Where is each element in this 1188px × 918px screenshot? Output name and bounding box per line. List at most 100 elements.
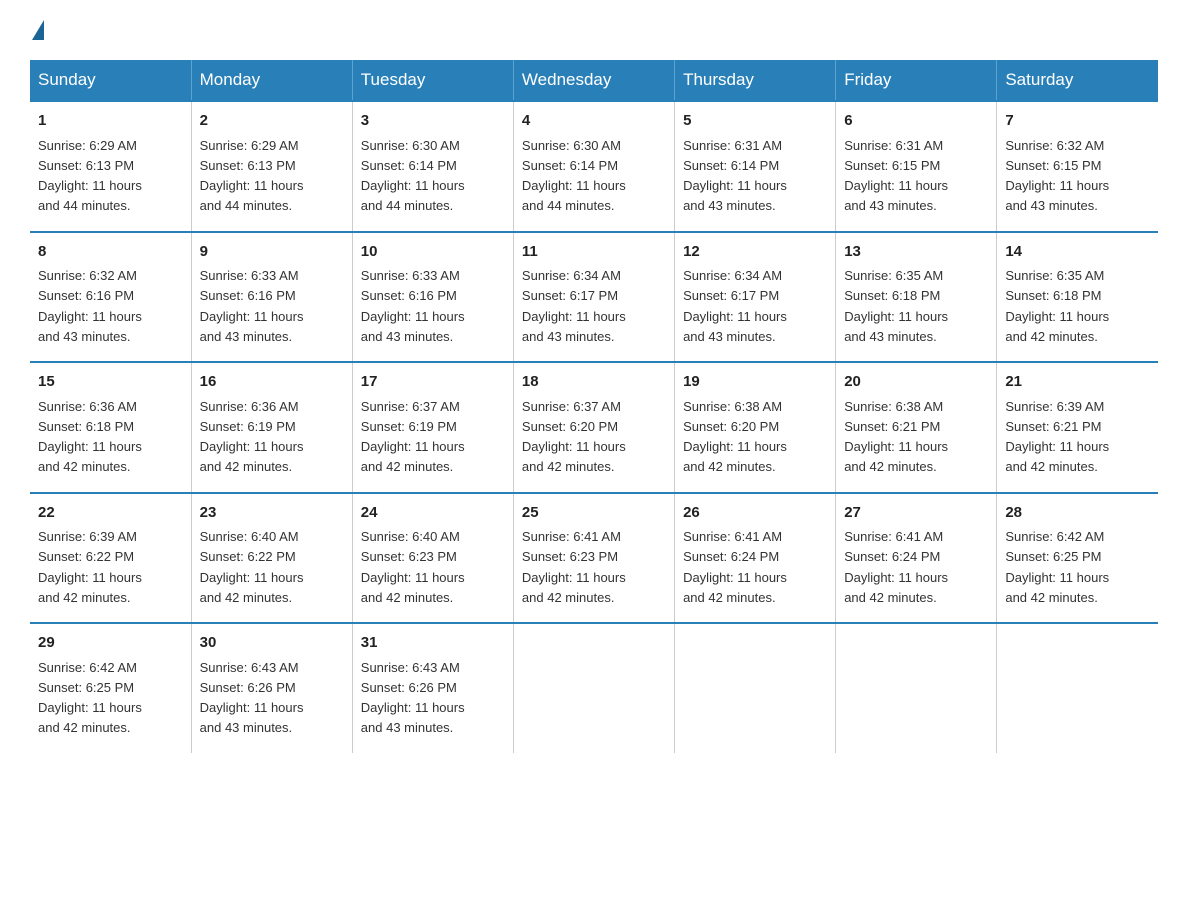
day-number: 12 xyxy=(683,241,827,264)
calendar-cell: 14 Sunrise: 6:35 AMSunset: 6:18 PMDaylig… xyxy=(997,232,1158,363)
day-info: Sunrise: 6:31 AMSunset: 6:14 PMDaylight:… xyxy=(683,138,787,214)
day-number: 11 xyxy=(522,241,666,264)
header-friday: Friday xyxy=(836,60,997,101)
day-info: Sunrise: 6:40 AMSunset: 6:22 PMDaylight:… xyxy=(200,529,304,605)
calendar-cell: 1 Sunrise: 6:29 AMSunset: 6:13 PMDayligh… xyxy=(30,101,191,232)
calendar-cell: 17 Sunrise: 6:37 AMSunset: 6:19 PMDaylig… xyxy=(352,362,513,493)
day-number: 18 xyxy=(522,371,666,394)
calendar-table: SundayMondayTuesdayWednesdayThursdayFrid… xyxy=(30,60,1158,753)
calendar-cell: 9 Sunrise: 6:33 AMSunset: 6:16 PMDayligh… xyxy=(191,232,352,363)
calendar-cell: 11 Sunrise: 6:34 AMSunset: 6:17 PMDaylig… xyxy=(513,232,674,363)
day-info: Sunrise: 6:30 AMSunset: 6:14 PMDaylight:… xyxy=(522,138,626,214)
calendar-cell: 29 Sunrise: 6:42 AMSunset: 6:25 PMDaylig… xyxy=(30,623,191,753)
day-number: 21 xyxy=(1005,371,1150,394)
calendar-week-row: 1 Sunrise: 6:29 AMSunset: 6:13 PMDayligh… xyxy=(30,101,1158,232)
day-number: 3 xyxy=(361,110,505,133)
day-number: 9 xyxy=(200,241,344,264)
day-number: 8 xyxy=(38,241,183,264)
calendar-cell: 15 Sunrise: 6:36 AMSunset: 6:18 PMDaylig… xyxy=(30,362,191,493)
day-number: 23 xyxy=(200,502,344,525)
calendar-cell: 7 Sunrise: 6:32 AMSunset: 6:15 PMDayligh… xyxy=(997,101,1158,232)
calendar-cell: 26 Sunrise: 6:41 AMSunset: 6:24 PMDaylig… xyxy=(675,493,836,624)
day-number: 20 xyxy=(844,371,988,394)
calendar-cell: 24 Sunrise: 6:40 AMSunset: 6:23 PMDaylig… xyxy=(352,493,513,624)
header-sunday: Sunday xyxy=(30,60,191,101)
day-number: 7 xyxy=(1005,110,1150,133)
page-header: Blue xyxy=(30,20,1158,40)
calendar-cell xyxy=(836,623,997,753)
calendar-cell xyxy=(997,623,1158,753)
calendar-cell: 22 Sunrise: 6:39 AMSunset: 6:22 PMDaylig… xyxy=(30,493,191,624)
calendar-cell: 12 Sunrise: 6:34 AMSunset: 6:17 PMDaylig… xyxy=(675,232,836,363)
calendar-cell: 4 Sunrise: 6:30 AMSunset: 6:14 PMDayligh… xyxy=(513,101,674,232)
calendar-cell xyxy=(675,623,836,753)
calendar-week-row: 8 Sunrise: 6:32 AMSunset: 6:16 PMDayligh… xyxy=(30,232,1158,363)
day-number: 26 xyxy=(683,502,827,525)
day-info: Sunrise: 6:39 AMSunset: 6:21 PMDaylight:… xyxy=(1005,399,1109,475)
day-number: 14 xyxy=(1005,241,1150,264)
calendar-cell: 30 Sunrise: 6:43 AMSunset: 6:26 PMDaylig… xyxy=(191,623,352,753)
day-info: Sunrise: 6:33 AMSunset: 6:16 PMDaylight:… xyxy=(361,268,465,344)
calendar-cell: 28 Sunrise: 6:42 AMSunset: 6:25 PMDaylig… xyxy=(997,493,1158,624)
logo: Blue xyxy=(30,20,46,40)
calendar-cell: 23 Sunrise: 6:40 AMSunset: 6:22 PMDaylig… xyxy=(191,493,352,624)
day-info: Sunrise: 6:41 AMSunset: 6:24 PMDaylight:… xyxy=(683,529,787,605)
header-monday: Monday xyxy=(191,60,352,101)
day-number: 30 xyxy=(200,632,344,655)
header-tuesday: Tuesday xyxy=(352,60,513,101)
day-number: 10 xyxy=(361,241,505,264)
calendar-week-row: 29 Sunrise: 6:42 AMSunset: 6:25 PMDaylig… xyxy=(30,623,1158,753)
day-info: Sunrise: 6:29 AMSunset: 6:13 PMDaylight:… xyxy=(38,138,142,214)
calendar-week-row: 22 Sunrise: 6:39 AMSunset: 6:22 PMDaylig… xyxy=(30,493,1158,624)
day-info: Sunrise: 6:34 AMSunset: 6:17 PMDaylight:… xyxy=(522,268,626,344)
calendar-cell: 27 Sunrise: 6:41 AMSunset: 6:24 PMDaylig… xyxy=(836,493,997,624)
calendar-cell: 31 Sunrise: 6:43 AMSunset: 6:26 PMDaylig… xyxy=(352,623,513,753)
day-info: Sunrise: 6:42 AMSunset: 6:25 PMDaylight:… xyxy=(1005,529,1109,605)
calendar-cell: 20 Sunrise: 6:38 AMSunset: 6:21 PMDaylig… xyxy=(836,362,997,493)
day-number: 1 xyxy=(38,110,183,133)
day-info: Sunrise: 6:32 AMSunset: 6:15 PMDaylight:… xyxy=(1005,138,1109,214)
day-info: Sunrise: 6:35 AMSunset: 6:18 PMDaylight:… xyxy=(844,268,948,344)
calendar-cell xyxy=(513,623,674,753)
calendar-cell: 2 Sunrise: 6:29 AMSunset: 6:13 PMDayligh… xyxy=(191,101,352,232)
day-info: Sunrise: 6:37 AMSunset: 6:20 PMDaylight:… xyxy=(522,399,626,475)
day-number: 24 xyxy=(361,502,505,525)
day-info: Sunrise: 6:37 AMSunset: 6:19 PMDaylight:… xyxy=(361,399,465,475)
day-info: Sunrise: 6:40 AMSunset: 6:23 PMDaylight:… xyxy=(361,529,465,605)
day-info: Sunrise: 6:41 AMSunset: 6:24 PMDaylight:… xyxy=(844,529,948,605)
calendar-cell: 6 Sunrise: 6:31 AMSunset: 6:15 PMDayligh… xyxy=(836,101,997,232)
day-number: 16 xyxy=(200,371,344,394)
day-number: 5 xyxy=(683,110,827,133)
header-wednesday: Wednesday xyxy=(513,60,674,101)
calendar-week-row: 15 Sunrise: 6:36 AMSunset: 6:18 PMDaylig… xyxy=(30,362,1158,493)
day-info: Sunrise: 6:33 AMSunset: 6:16 PMDaylight:… xyxy=(200,268,304,344)
header-saturday: Saturday xyxy=(997,60,1158,101)
day-info: Sunrise: 6:43 AMSunset: 6:26 PMDaylight:… xyxy=(200,660,304,736)
calendar-cell: 13 Sunrise: 6:35 AMSunset: 6:18 PMDaylig… xyxy=(836,232,997,363)
day-info: Sunrise: 6:32 AMSunset: 6:16 PMDaylight:… xyxy=(38,268,142,344)
calendar-cell: 10 Sunrise: 6:33 AMSunset: 6:16 PMDaylig… xyxy=(352,232,513,363)
calendar-cell: 8 Sunrise: 6:32 AMSunset: 6:16 PMDayligh… xyxy=(30,232,191,363)
day-number: 27 xyxy=(844,502,988,525)
day-number: 17 xyxy=(361,371,505,394)
day-info: Sunrise: 6:34 AMSunset: 6:17 PMDaylight:… xyxy=(683,268,787,344)
day-number: 4 xyxy=(522,110,666,133)
day-info: Sunrise: 6:43 AMSunset: 6:26 PMDaylight:… xyxy=(361,660,465,736)
day-number: 19 xyxy=(683,371,827,394)
calendar-cell: 18 Sunrise: 6:37 AMSunset: 6:20 PMDaylig… xyxy=(513,362,674,493)
day-info: Sunrise: 6:29 AMSunset: 6:13 PMDaylight:… xyxy=(200,138,304,214)
day-info: Sunrise: 6:38 AMSunset: 6:21 PMDaylight:… xyxy=(844,399,948,475)
day-info: Sunrise: 6:35 AMSunset: 6:18 PMDaylight:… xyxy=(1005,268,1109,344)
day-number: 28 xyxy=(1005,502,1150,525)
calendar-header-row: SundayMondayTuesdayWednesdayThursdayFrid… xyxy=(30,60,1158,101)
day-number: 29 xyxy=(38,632,183,655)
day-info: Sunrise: 6:38 AMSunset: 6:20 PMDaylight:… xyxy=(683,399,787,475)
day-info: Sunrise: 6:36 AMSunset: 6:19 PMDaylight:… xyxy=(200,399,304,475)
header-thursday: Thursday xyxy=(675,60,836,101)
day-number: 6 xyxy=(844,110,988,133)
calendar-cell: 21 Sunrise: 6:39 AMSunset: 6:21 PMDaylig… xyxy=(997,362,1158,493)
day-number: 13 xyxy=(844,241,988,264)
day-number: 2 xyxy=(200,110,344,133)
day-info: Sunrise: 6:36 AMSunset: 6:18 PMDaylight:… xyxy=(38,399,142,475)
day-info: Sunrise: 6:42 AMSunset: 6:25 PMDaylight:… xyxy=(38,660,142,736)
